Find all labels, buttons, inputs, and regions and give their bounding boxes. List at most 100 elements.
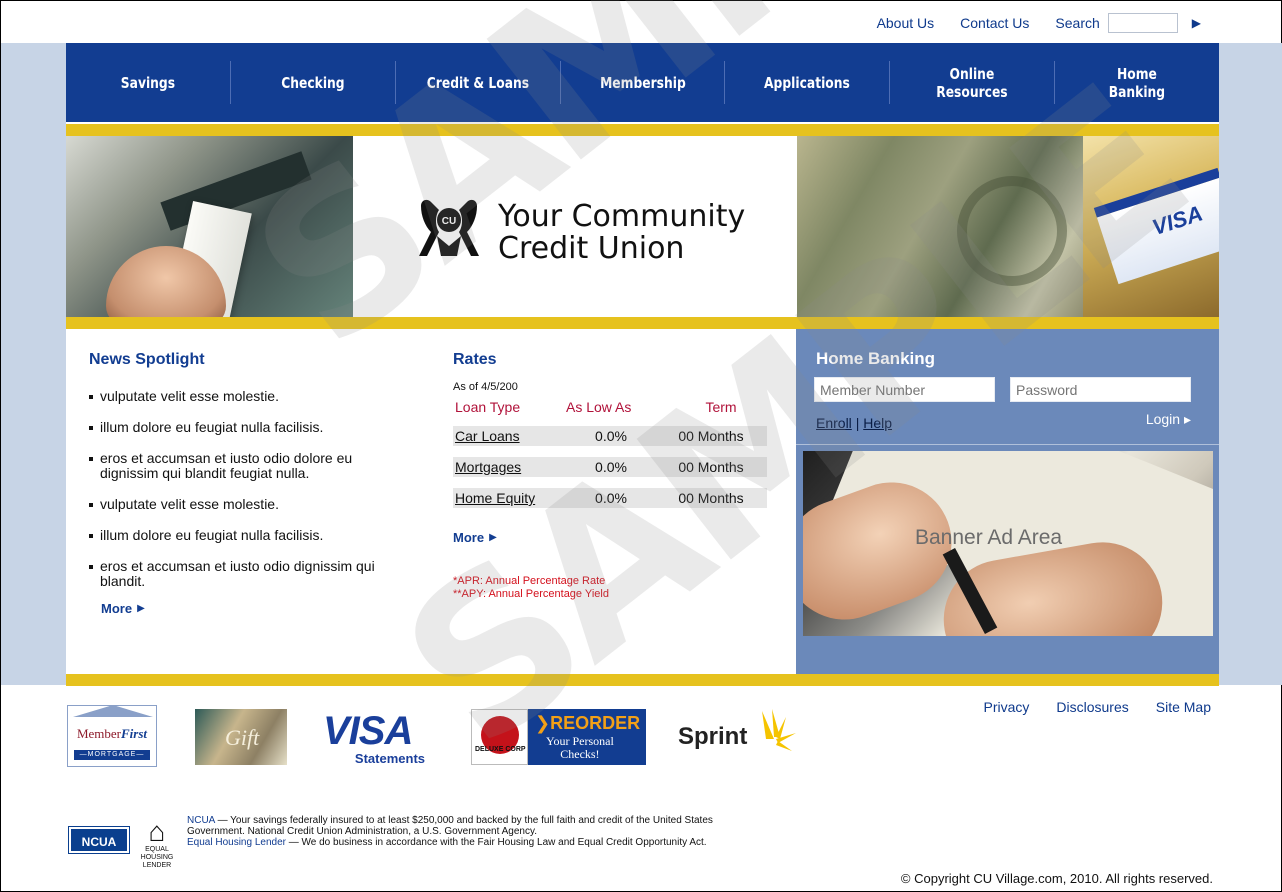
rates-panel: Rates As of 4/5/200 Loan Type As Low As … [453,351,773,601]
roof-shape [73,705,153,717]
reorder-checks-logo[interactable]: DELUXE CORP ❯REORDER Your Personal Checks… [471,709,646,765]
nav-membership[interactable]: Membership [575,43,709,122]
ncua-link[interactable]: NCUA [187,815,215,826]
link-separator: | [855,415,860,431]
rate-value: 0.0% [595,490,627,506]
table-row: Car Loans 0.0% 00 Months [453,426,767,446]
memberfirst-part-b: First [121,726,148,741]
utility-bar: About Us Contact Us Search ▶ [877,13,1201,33]
reorder-subtitle: Your Personal Checks! [546,735,614,761]
credit-union-logo-icon: CU [419,199,479,256]
visa-card-image: VISA [1093,167,1219,285]
credit-cards-photo: VISA [1083,136,1219,317]
news-item[interactable]: vulputate velit esse molestie. [89,497,409,512]
copyright: © Copyright CU Village.com, 2010. All ri… [900,871,1213,886]
nav-online-resources[interactable]: Online Resources [905,43,1039,122]
enroll-link[interactable]: Enroll [816,415,852,431]
rate-value: 0.0% [595,459,627,475]
search-go-icon[interactable]: ▶ [1192,16,1201,30]
header-loan-type: Loan Type [455,399,521,415]
news-item[interactable]: eros et accumsan et iusto odio dolore eu… [89,451,409,481]
reorder-label: ❯REORDER [535,713,641,733]
home-banking-panel: Home Banking Enroll | Help Login ▸ [796,329,1219,444]
about-us-link[interactable]: About Us [877,15,935,31]
money-seal [957,176,1067,286]
money-photo [797,136,1083,317]
login-button[interactable]: Login ▸ [1146,411,1191,428]
disclosures-link[interactable]: Disclosures [1056,699,1128,715]
memberfirst-mortgage-logo[interactable]: MemberFirst —MORTGAGE— [67,705,157,767]
news-item[interactable]: vulputate velit esse molestie. [89,389,409,404]
news-more-label: More [101,601,133,616]
gold-stripe-middle [66,317,1219,329]
rate-notes: *APR: Annual Percentage Rate **APY: Annu… [453,575,773,601]
site-map-link[interactable]: Site Map [1156,699,1211,715]
term-value: 00 Months [678,490,744,506]
logo-mark-text: CU [442,216,456,227]
deluxe-wordmark: DELUXE CORP [475,746,526,753]
loan-type-link[interactable]: Car Loans [453,428,566,444]
search-label[interactable]: Search [1055,15,1099,31]
search-input[interactable] [1107,13,1178,33]
gift-card-logo[interactable]: Gift [195,709,287,765]
deluxe-logo: DELUXE CORP [471,709,528,765]
nav-applications[interactable]: Applications [740,43,874,122]
home-banking-title: Home Banking [816,349,936,368]
nav-checking[interactable]: Checking [246,43,380,122]
nav-credit-loans[interactable]: Credit & Loans [410,43,544,122]
password-field[interactable] [1010,377,1191,402]
news-list: vulputate velit esse molestie. illum dol… [89,389,409,589]
banner-ad[interactable]: Banner Ad Area [803,451,1213,636]
legal-disclaimer: NCUA ⌂ EQUAL HOUSING LENDER NCUA — Your … [68,815,759,870]
reorder-sub2: Checks! [560,747,600,761]
equal-housing-link[interactable]: Equal Housing Lender [187,837,286,848]
nav-divider [559,61,561,104]
news-more-link[interactable]: More ▶ [101,601,409,616]
loan-type-link[interactable]: Mortgages [453,459,566,475]
nav-home-banking[interactable]: Home Banking [1070,43,1204,122]
footer-links: Privacy Disclosures Site Map [983,699,1211,715]
legal-text: NCUA — Your savings federally insured to… [187,815,757,848]
ncua-statement: — Your savings federally insured to at l… [187,815,713,837]
member-number-field[interactable] [814,377,995,402]
sprint-logo[interactable]: Sprint [678,709,808,763]
equal-housing-label: EQUAL HOUSING LENDER [140,846,174,869]
rates-more-link[interactable]: More ▶ [453,530,773,545]
nav-savings[interactable]: Savings [81,43,215,122]
header-as-low-as: As Low As [566,399,632,415]
rates-table-header: Loan Type As Low As Term [453,399,773,415]
logo-text: Your Community Credit Union [498,201,745,265]
reorder-sub1: Your Personal [546,734,614,748]
credit-union-logo[interactable]: CU Your Community Credit Union [353,136,797,317]
help-link[interactable]: Help [863,415,892,431]
atm-photo [66,136,353,317]
contact-us-link[interactable]: Contact Us [960,15,1029,31]
ncua-logo: NCUA [68,826,130,854]
news-item[interactable]: illum dolore eu feugiat nulla facilisis. [89,420,409,435]
nav-home-banking-line1: Home [1117,64,1158,83]
logo-line2: Credit Union [498,231,685,266]
memberfirst-wordmark: MemberFirst [68,726,156,742]
hero-banner: CU Your Community Credit Union VISA [66,136,1219,317]
content-area: News Spotlight vulputate velit esse mole… [66,329,796,674]
visa-statements-logo[interactable]: VISA Statements [323,711,433,766]
nav-online-resources-line1: Online [949,64,995,83]
equal-housing-lender-logo: ⌂ EQUAL HOUSING LENDER [139,818,175,870]
term-value: 00 Months [678,428,744,444]
panel-divider [796,444,1219,445]
term-value: 00 Months [678,459,744,475]
news-spotlight: News Spotlight vulputate velit esse mole… [89,351,409,616]
news-item[interactable]: illum dolore eu feugiat nulla facilisis. [89,528,409,543]
loan-type-link[interactable]: Home Equity [453,490,566,506]
memberfirst-part-a: Member [76,726,122,741]
header-term: Term [705,399,737,415]
sprint-wordmark: Sprint [678,723,748,750]
rates-as-of: As of 4/5/200 [453,381,518,393]
nav-divider [724,61,726,104]
sprint-burst-icon [762,709,796,751]
news-item[interactable]: eros et accumsan et iusto odio dignissim… [89,559,409,589]
nav-divider [394,61,396,104]
privacy-link[interactable]: Privacy [983,699,1029,715]
apy-note: **APY: Annual Percentage Yield [453,588,609,600]
banner-ad-label: Banner Ad Area [915,526,1063,549]
